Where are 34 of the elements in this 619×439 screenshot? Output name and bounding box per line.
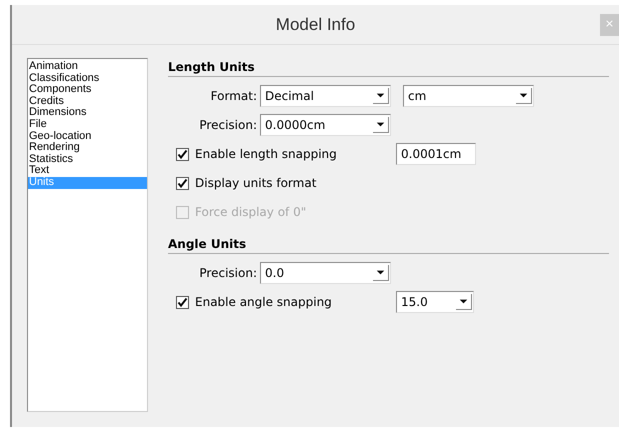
category-item[interactable]: Credits: [28, 96, 147, 108]
section-heading: Angle Units: [168, 236, 248, 253]
category-item[interactable]: Components: [28, 84, 147, 96]
caret-icon: [373, 265, 389, 281]
caret-icon: [373, 117, 389, 133]
field-label: Format:: [210, 88, 258, 105]
checkbox-label: Display units format: [195, 175, 316, 192]
category-item[interactable]: Text: [28, 165, 147, 177]
dropdown[interactable]: cm: [403, 85, 534, 107]
window-title: Model Info: [276, 14, 356, 36]
checkbox-label: Enable length snapping: [195, 146, 337, 163]
checkbox-label: Force display of 0": [195, 204, 306, 221]
checkbox[interactable]: [176, 148, 189, 160]
text-field[interactable]: 0.0001cm: [396, 143, 476, 165]
category-item[interactable]: File: [28, 118, 147, 131]
checkbox[interactable]: [176, 296, 189, 308]
caret-icon: [456, 294, 472, 310]
dropdown[interactable]: 0.0: [260, 262, 391, 284]
dropdown[interactable]: 0.0000cm: [260, 114, 391, 136]
category-item[interactable]: Dimensions: [28, 107, 147, 119]
caret-icon: [373, 88, 389, 104]
section-heading: Length Units: [168, 59, 256, 76]
caret-icon: [516, 88, 532, 104]
category-item[interactable]: Animation: [28, 61, 147, 73]
field-label: Precision:: [198, 265, 258, 282]
checkbox[interactable]: [176, 176, 189, 190]
category-item[interactable]: Rendering: [28, 142, 147, 154]
field-label: Precision:: [198, 117, 258, 134]
category-item[interactable]: Geo-location: [28, 130, 147, 142]
category-item[interactable]: Classifications: [28, 72, 147, 84]
dropdown[interactable]: Decimal: [260, 85, 391, 107]
category-item[interactable]: Statistics: [28, 154, 147, 166]
checkbox-label: Enable angle snapping: [195, 294, 332, 311]
dropdown[interactable]: 15.0: [396, 291, 474, 313]
